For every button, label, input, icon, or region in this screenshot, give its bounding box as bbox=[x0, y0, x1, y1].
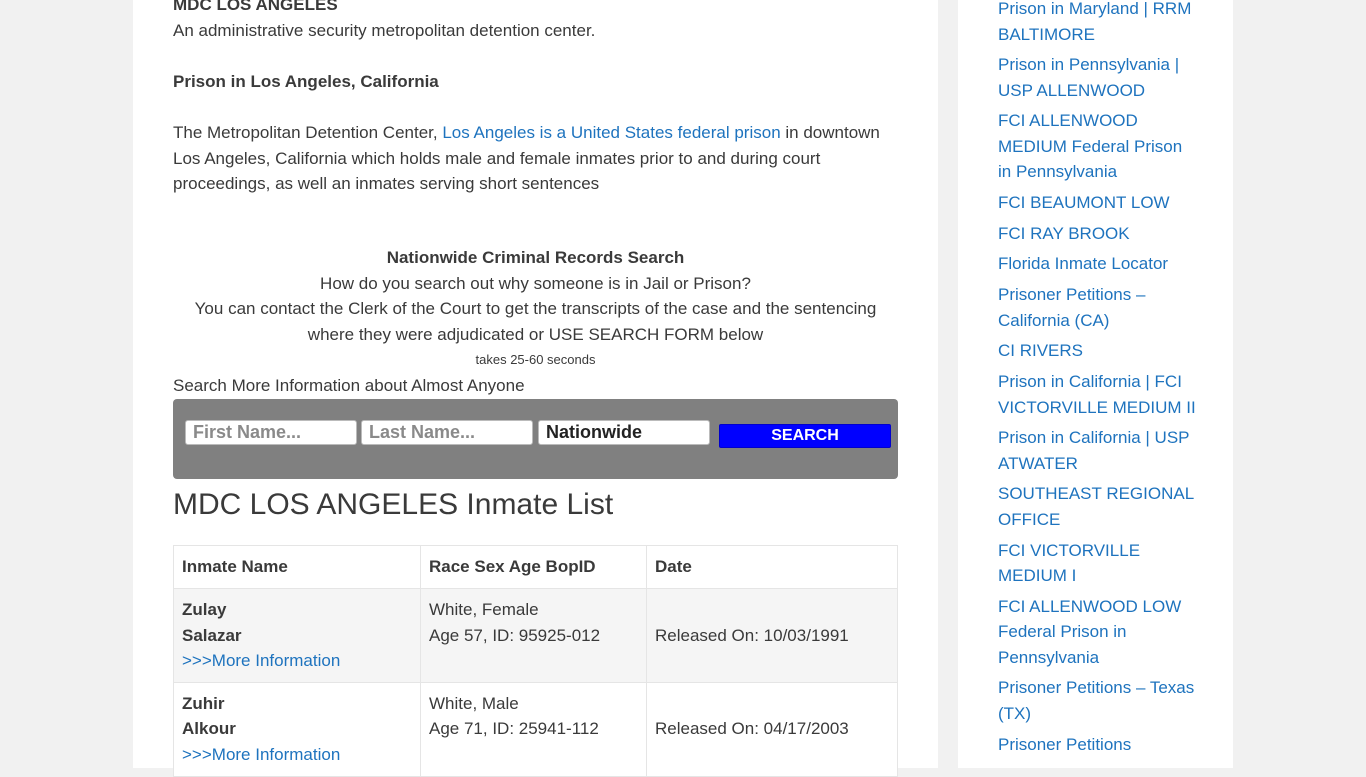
list-item: Prisoner Petitions – California (CA) bbox=[998, 282, 1198, 333]
list-item: Prisoner Petitions – Texas (TX) bbox=[998, 675, 1198, 726]
records-search-section: Nationwide Criminal Records Search How d… bbox=[173, 245, 898, 373]
sidebar-link[interactable]: FCI VICTORVILLE MEDIUM I bbox=[998, 541, 1140, 586]
inmate-last-name: Alkour bbox=[182, 719, 236, 739]
facility-heading: MDC LOS ANGELES bbox=[173, 0, 338, 14]
list-item: FCI VICTORVILLE MEDIUM I bbox=[998, 538, 1198, 589]
inmate-details-cell: White, Female Age 57, ID: 95925-012 bbox=[420, 588, 647, 683]
more-information-link[interactable]: >>>More Information bbox=[182, 745, 340, 764]
list-item: Prison in Pennsylvania | USP ALLENWOOD bbox=[998, 52, 1198, 103]
state-input[interactable] bbox=[538, 420, 710, 445]
sidebar-link[interactable]: Prison in California | USP ATWATER bbox=[998, 428, 1189, 473]
last-name-input[interactable] bbox=[361, 420, 533, 445]
inmate-race-sex: White, Male bbox=[429, 693, 519, 713]
column-header-name: Inmate Name bbox=[173, 545, 421, 589]
more-information-link[interactable]: >>>More Information bbox=[182, 651, 340, 670]
table-row: Zuhir Alkour >>>More Information White, … bbox=[173, 681, 898, 777]
list-item: Prisoner Petitions bbox=[998, 732, 1198, 758]
inmate-name-cell: Zuhir Alkour >>>More Information bbox=[173, 681, 421, 777]
sidebar-link[interactable]: Prisoner Petitions – California (CA) bbox=[998, 285, 1145, 330]
inmate-table: Inmate Name Race Sex Age BopID Date Zula… bbox=[173, 545, 898, 777]
sidebar-link[interactable]: Prison in Pennsylvania | USP ALLENWOOD bbox=[998, 55, 1179, 100]
records-search-heading: Nationwide Criminal Records Search bbox=[386, 248, 685, 267]
inmate-details-cell: White, Male Age 71, ID: 25941-112 bbox=[420, 681, 647, 777]
inmate-race-sex: White, Female bbox=[429, 600, 539, 619]
sidebar-link-list: Prison in Maryland | RRM BALTIMORE Priso… bbox=[998, 0, 1198, 762]
table-row: Zulay Salazar >>>More Information White,… bbox=[173, 588, 898, 683]
inmate-first-name: Zuhir bbox=[182, 693, 225, 713]
list-item: FCI ALLENWOOD LOW Federal Prison in Penn… bbox=[998, 594, 1198, 671]
list-item: FCI BEAUMONT LOW bbox=[998, 190, 1198, 216]
sidebar-link[interactable]: Prison in California | FCI VICTORVILLE M… bbox=[998, 372, 1196, 417]
inmate-last-name: Salazar bbox=[182, 625, 242, 645]
inmate-age-id: Age 57, ID: 95925-012 bbox=[429, 625, 601, 645]
federal-prison-link[interactable]: Los Angeles is a United States federal p… bbox=[442, 123, 780, 142]
column-header-details: Race Sex Age BopID bbox=[420, 545, 647, 589]
table-header-row: Inmate Name Race Sex Age BopID Date bbox=[173, 545, 898, 589]
list-item: Florida Inmate Locator bbox=[998, 251, 1198, 277]
sidebar-link[interactable]: FCI RAY BROOK bbox=[998, 224, 1130, 243]
list-item: FCI ALLENWOOD MEDIUM Federal Prison in P… bbox=[998, 108, 1198, 185]
search-form-panel: SEARCH bbox=[173, 399, 898, 479]
sidebar-link[interactable]: FCI ALLENWOOD LOW Federal Prison in Penn… bbox=[998, 597, 1181, 667]
list-item: CI RIVERS bbox=[998, 338, 1198, 364]
paragraph-prefix: The Metropolitan Detention Center, bbox=[173, 122, 443, 142]
timing-note: takes 25-60 seconds bbox=[475, 352, 596, 368]
records-search-question: How do you search out why someone is in … bbox=[320, 273, 751, 293]
first-name-input[interactable] bbox=[185, 420, 357, 445]
sidebar-link[interactable]: FCI BEAUMONT LOW bbox=[998, 193, 1170, 212]
list-item: Prison in Maryland | RRM BALTIMORE bbox=[998, 0, 1198, 47]
list-item: Prison in California | USP ATWATER bbox=[998, 425, 1198, 476]
search-button[interactable]: SEARCH bbox=[719, 424, 891, 448]
list-item: Prison in California | FCI VICTORVILLE M… bbox=[998, 369, 1198, 420]
sidebar: Prison in Maryland | RRM BALTIMORE Priso… bbox=[958, 0, 1233, 768]
list-item: SOUTHEAST REGIONAL OFFICE bbox=[998, 481, 1198, 532]
inmate-date-cell: Released On: 10/03/1991 bbox=[646, 588, 898, 683]
sidebar-link[interactable]: Florida Inmate Locator bbox=[998, 254, 1168, 273]
inmate-name-cell: Zulay Salazar >>>More Information bbox=[173, 588, 421, 683]
sidebar-link[interactable]: SOUTHEAST REGIONAL OFFICE bbox=[998, 484, 1194, 529]
sidebar-link[interactable]: Prisoner Petitions – Texas (TX) bbox=[998, 678, 1194, 723]
list-item: FCI RAY BROOK bbox=[998, 221, 1198, 247]
sidebar-link[interactable]: FCI ALLENWOOD MEDIUM Federal Prison in P… bbox=[998, 111, 1182, 181]
sidebar-link[interactable]: CI RIVERS bbox=[998, 341, 1083, 360]
article-body: MDC LOS ANGELES An administrative securi… bbox=[173, 0, 898, 197]
inmate-date-cell: Released On: 04/17/2003 bbox=[646, 681, 898, 777]
location-heading: Prison in Los Angeles, California bbox=[173, 71, 439, 91]
inmate-list-title: MDC LOS ANGELES Inmate List bbox=[173, 488, 614, 521]
sidebar-link[interactable]: Prisoner Petitions bbox=[998, 735, 1131, 754]
column-header-date: Date bbox=[646, 545, 898, 589]
search-more-label: Search More Information about Almost Any… bbox=[173, 376, 525, 395]
facility-paragraph: The Metropolitan Detention Center, Los A… bbox=[173, 120, 888, 197]
records-search-instructions: You can contact the Clerk of the Court t… bbox=[194, 299, 877, 344]
inmate-first-name: Zulay bbox=[182, 600, 227, 619]
sidebar-link[interactable]: Prison in Maryland | RRM BALTIMORE bbox=[998, 0, 1191, 44]
facility-description: An administrative security metropolitan … bbox=[173, 20, 596, 40]
inmate-age-id: Age 71, ID: 25941-112 bbox=[429, 719, 599, 739]
